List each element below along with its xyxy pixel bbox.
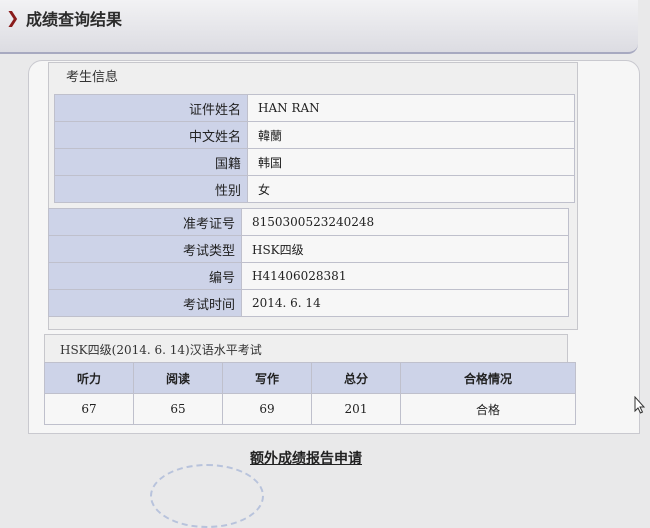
field-value: 韩国: [247, 148, 575, 176]
field-label: 性别: [54, 175, 248, 203]
column-header: 总分: [311, 362, 401, 394]
extra-report-link[interactable]: 额外成绩报告申请: [250, 448, 362, 468]
field-value: H41406028381: [241, 262, 569, 290]
table-header-row: 听力 阅读 写作 总分 合格情况: [44, 362, 576, 394]
score-caption: HSK四级(2014. 6. 14)汉语水平考试: [60, 343, 262, 357]
header-bar: ❯ 成绩查询结果: [0, 0, 638, 54]
table-row: 中文姓名 韓蘭: [54, 121, 575, 149]
table-cell: 201: [311, 393, 401, 425]
table-row: 考试类型 HSK四级: [48, 235, 569, 263]
field-label: 证件姓名: [54, 94, 248, 122]
table-row: 性别 女: [54, 175, 575, 203]
column-header: 合格情况: [400, 362, 576, 394]
column-header: 阅读: [133, 362, 223, 394]
table-row: 准考证号 8150300523240248: [48, 208, 569, 236]
table-row: 67 65 69 201 合格: [44, 393, 576, 425]
exam-info-table: 准考证号 8150300523240248 考试类型 HSK四级 编号 H414…: [48, 208, 569, 317]
personal-info-table: 证件姓名 HAN RAN 中文姓名 韓蘭 国籍 韩国 性别 女: [54, 94, 575, 203]
field-value: HSK四级: [241, 235, 569, 263]
table-row: 证件姓名 HAN RAN: [54, 94, 575, 122]
table-cell: 69: [222, 393, 312, 425]
field-value: HAN RAN: [247, 94, 575, 122]
field-label: 准考证号: [48, 208, 242, 236]
field-label: 国籍: [54, 148, 248, 176]
mouse-cursor-icon: [634, 395, 646, 414]
table-cell: 67: [44, 393, 134, 425]
column-header: 听力: [44, 362, 134, 394]
field-value: 女: [247, 175, 575, 203]
table-row: 编号 H41406028381: [48, 262, 569, 290]
seal-decoration: [150, 464, 264, 528]
field-value: 2014. 6. 14: [241, 289, 569, 317]
chevron-right-icon: ❯: [6, 8, 20, 27]
column-header: 写作: [222, 362, 312, 394]
field-label: 中文姓名: [54, 121, 248, 149]
table-row: 国籍 韩国: [54, 148, 575, 176]
table-cell: 65: [133, 393, 223, 425]
field-label: 考试类型: [48, 235, 242, 263]
table-cell: 合格: [400, 393, 576, 425]
field-value: 8150300523240248: [241, 208, 569, 236]
page-title: 成绩查询结果: [26, 10, 123, 29]
table-row: 考试时间 2014. 6. 14: [48, 289, 569, 317]
candidate-info-caption: 考生信息: [66, 70, 119, 85]
field-label: 编号: [48, 262, 242, 290]
field-value: 韓蘭: [247, 121, 575, 149]
field-label: 考试时间: [48, 289, 242, 317]
score-table: 听力 阅读 写作 总分 合格情况 67 65 69 201 合格: [44, 362, 576, 425]
